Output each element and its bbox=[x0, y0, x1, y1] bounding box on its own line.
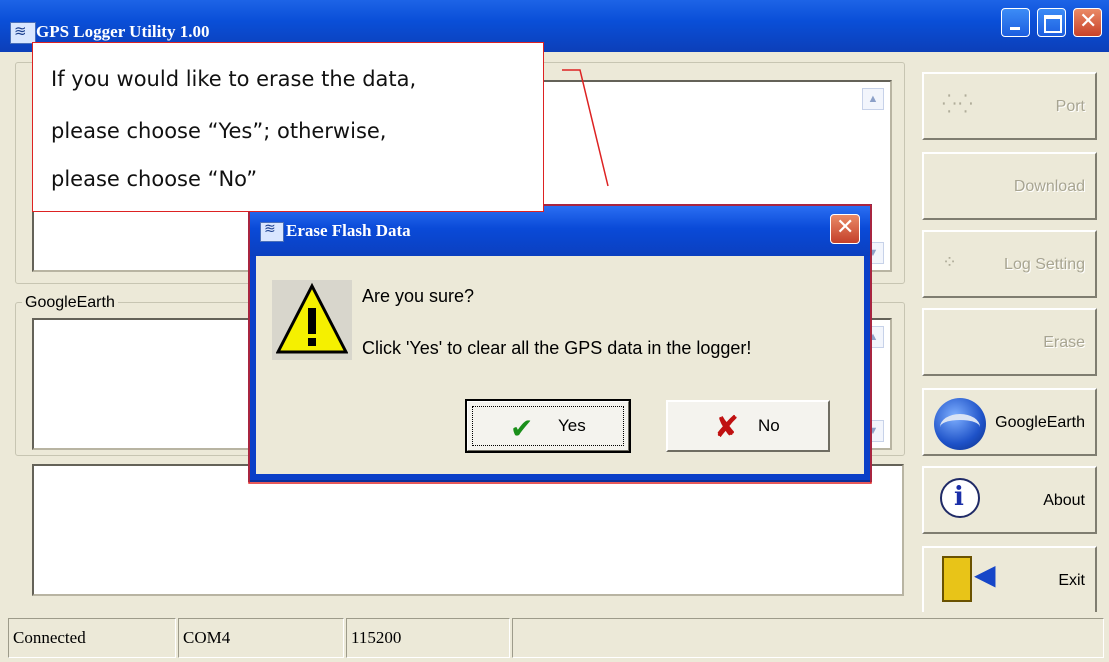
annotation-callout: If you would like to erase the data, ple… bbox=[32, 42, 544, 212]
callout-line-1: If you would like to erase the data, bbox=[51, 67, 417, 91]
callout-line-3: please choose “No” bbox=[51, 167, 258, 191]
callout-line-2: please choose “Yes”; otherwise, bbox=[51, 119, 387, 143]
